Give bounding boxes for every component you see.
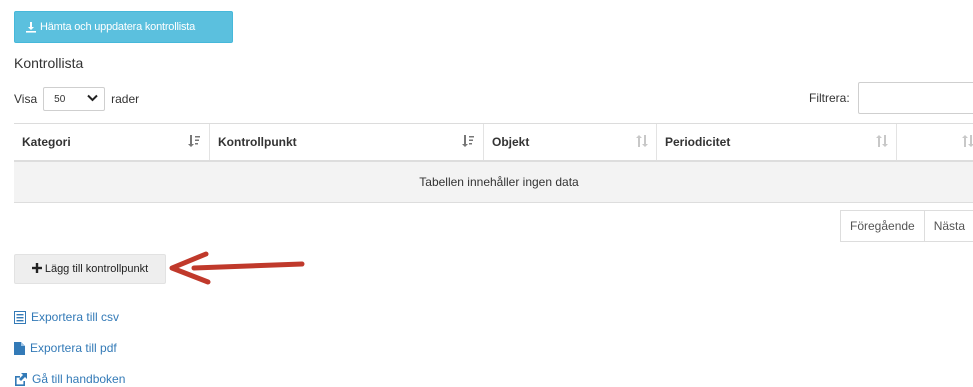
add-checkpoint-label: Lägg till kontrollpunkt bbox=[44, 263, 149, 275]
column-label: Periodicitet bbox=[665, 135, 731, 149]
column-label: Kategori bbox=[22, 135, 71, 149]
rows-per-page-select[interactable]: 50 bbox=[43, 87, 106, 111]
table-header: Kategori Kontrollpunkt Objekt Periodicit… bbox=[14, 124, 973, 162]
sort-icon bbox=[962, 135, 973, 150]
plus-icon bbox=[31, 262, 42, 276]
filter-label: Filtrera: bbox=[809, 91, 850, 105]
length-menu: Visa 50 rader bbox=[14, 86, 139, 112]
next-page-button[interactable]: Nästa bbox=[924, 210, 973, 242]
empty-table-message: Tabellen innehåller ingen data bbox=[14, 162, 973, 203]
fetch-update-checklist-button[interactable]: Hämta och uppdatera kontrollista bbox=[14, 11, 233, 43]
rows-per-page-value: 50 bbox=[54, 93, 66, 105]
column-header-kontrollpunkt[interactable]: Kontrollpunkt bbox=[210, 124, 484, 160]
chevron-down-icon bbox=[87, 94, 98, 105]
column-header-extra[interactable] bbox=[897, 124, 973, 160]
export-pdf-label: Exportera till pdf bbox=[30, 341, 117, 355]
handbook-link[interactable]: Gå till handboken bbox=[14, 372, 125, 386]
column-header-kategori[interactable]: Kategori bbox=[14, 124, 210, 160]
column-label: Kontrollpunkt bbox=[218, 135, 297, 149]
export-pdf-link[interactable]: Exportera till pdf bbox=[14, 341, 117, 355]
external-link-icon bbox=[14, 372, 27, 386]
list-icon bbox=[14, 310, 26, 324]
checklist-table: Kategori Kontrollpunkt Objekt Periodicit… bbox=[14, 123, 973, 204]
column-label: Objekt bbox=[492, 135, 530, 149]
column-header-periodicitet[interactable]: Periodicitet bbox=[657, 124, 897, 160]
export-csv-link[interactable]: Exportera till csv bbox=[14, 310, 119, 324]
pagination: Föregående Nästa bbox=[840, 210, 973, 242]
sort-ascending-icon bbox=[187, 135, 201, 150]
annotation-arrow bbox=[166, 248, 306, 291]
sort-ascending-icon bbox=[461, 135, 475, 150]
handbook-label: Gå till handboken bbox=[32, 372, 126, 386]
filter-input[interactable] bbox=[858, 82, 973, 114]
sort-icon bbox=[876, 135, 888, 150]
sort-icon bbox=[636, 135, 648, 150]
column-header-objekt[interactable]: Objekt bbox=[484, 124, 657, 160]
fetch-update-label: Hämta och uppdatera kontrollista bbox=[40, 21, 196, 33]
export-csv-label: Exportera till csv bbox=[31, 310, 120, 324]
show-label: Visa bbox=[14, 92, 38, 106]
file-icon bbox=[14, 341, 25, 355]
add-checkpoint-button[interactable]: Lägg till kontrollpunkt bbox=[14, 254, 166, 284]
previous-page-button[interactable]: Föregående bbox=[840, 210, 925, 242]
page-title: Kontrollista bbox=[14, 55, 84, 71]
rows-label: rader bbox=[111, 92, 140, 106]
download-icon bbox=[25, 21, 37, 33]
